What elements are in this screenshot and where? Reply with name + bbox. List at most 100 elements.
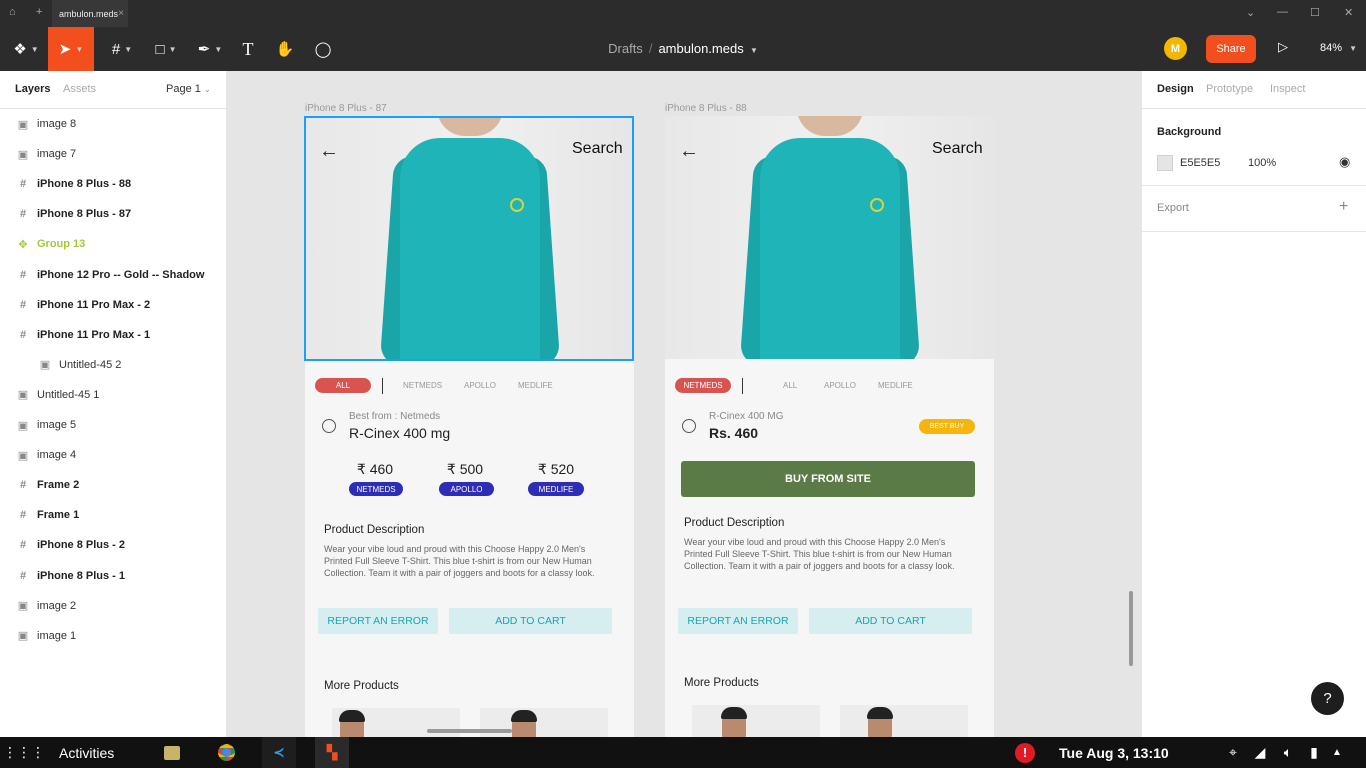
breadcrumb-separator: / <box>648 41 653 56</box>
product-thumbnail[interactable] <box>840 705 968 737</box>
activities-button[interactable]: Activities <box>59 737 114 768</box>
zoom-value: 84% <box>1320 42 1343 54</box>
file-name[interactable]: ambulon.meds <box>658 41 743 56</box>
minimize-icon[interactable]: — <box>1277 6 1288 18</box>
new-tab-icon[interactable]: + <box>36 6 42 18</box>
layer-item[interactable]: ▣ image 4 <box>0 440 226 470</box>
report-error-button[interactable]: REPORT AN ERROR <box>318 608 438 634</box>
tab-assets[interactable]: Assets <box>63 83 96 95</box>
files-app-icon[interactable] <box>163 737 181 768</box>
eye-icon[interactable]: ◉ <box>1339 154 1350 170</box>
breadcrumb-drafts[interactable]: Drafts <box>608 41 643 56</box>
layer-item[interactable]: # Frame 2 <box>0 470 226 500</box>
layer-item[interactable]: # iPhone 11 Pro Max - 1 <box>0 320 226 350</box>
chrome-app-icon[interactable] <box>216 737 236 768</box>
layer-item[interactable]: # iPhone 8 Plus - 1 <box>0 561 226 591</box>
price-netmeds: ₹ 460 <box>356 461 394 477</box>
filter-all-pill[interactable]: ALL <box>315 378 371 393</box>
layer-item[interactable]: ▣ image 8 <box>0 109 226 139</box>
layer-item[interactable]: # iPhone 8 Plus - 88 <box>0 169 226 199</box>
image-icon: ▣ <box>17 449 29 462</box>
layer-item[interactable]: ▣ Untitled-45 1 <box>0 380 226 410</box>
chevron-down-icon[interactable]: ▼ <box>748 46 758 55</box>
frame-icon: # <box>19 509 27 522</box>
frame-icon: # <box>19 569 27 582</box>
alert-icon[interactable]: ! <box>1014 737 1036 768</box>
filter-apollo[interactable]: APOLLO <box>824 381 856 390</box>
network-icon[interactable]: ⌖ <box>1224 737 1242 768</box>
layer-item[interactable]: ▣ image 1 <box>0 621 226 651</box>
layer-item-label: image 8 <box>37 118 77 130</box>
chevron-down-icon: ▼ <box>1349 44 1358 53</box>
page-selector[interactable]: Page 1 ⌄ <box>166 83 211 95</box>
filter-netmeds[interactable]: NETMEDS <box>403 381 442 390</box>
tab-prototype[interactable]: Prototype <box>1206 83 1253 95</box>
buy-from-site-button[interactable]: BUY FROM SITE <box>681 461 975 497</box>
layer-item[interactable]: # Frame 1 <box>0 500 226 530</box>
description-text: Wear your vibe loud and proud with this … <box>684 537 955 571</box>
layer-item[interactable]: ▣ Untitled-45 2 <box>0 350 226 380</box>
search-label[interactable]: Search <box>932 140 983 158</box>
canvas[interactable]: iPhone 8 Plus - 87 ← Search ALL NETMEDS … <box>227 71 1141 737</box>
horizontal-scrollbar[interactable] <box>427 729 512 733</box>
layer-item-label: Frame 2 <box>37 479 80 492</box>
report-error-button[interactable]: REPORT AN ERROR <box>678 608 798 634</box>
layer-item[interactable]: # iPhone 8 Plus - 2 <box>0 530 226 560</box>
filter-netmeds-pill[interactable]: NETMEDS <box>675 378 731 393</box>
close-window-icon[interactable]: ✕ <box>1344 6 1353 19</box>
layer-item[interactable]: # iPhone 11 Pro Max - 2 <box>0 290 226 320</box>
phone-frame-88[interactable]: ← Search NETMEDS ALL APOLLO MEDLIFE R-Ci… <box>665 116 994 737</box>
frame-icon: # <box>19 479 27 492</box>
vscode-app-icon[interactable]: ≺ <box>262 737 296 768</box>
layer-item[interactable]: # iPhone 12 Pro -- Gold -- Shadow <box>0 260 226 290</box>
background-hex-input[interactable]: E5E5E5 <box>1180 157 1220 169</box>
file-tab[interactable]: ambulon.meds × <box>52 0 128 27</box>
layer-item-label: iPhone 8 Plus - 88 <box>37 178 132 191</box>
wifi-icon[interactable]: ◢ <box>1251 737 1269 768</box>
color-swatch[interactable] <box>1157 155 1173 171</box>
tab-inspect[interactable]: Inspect <box>1270 83 1305 95</box>
filter-all[interactable]: ALL <box>783 381 797 390</box>
help-button[interactable]: ? <box>1311 682 1344 715</box>
export-section-title: Export <box>1157 202 1189 214</box>
system-menu-icon[interactable]: ▲ <box>1329 737 1345 768</box>
layer-item[interactable]: ▣ image 2 <box>0 591 226 621</box>
background-opacity-input[interactable]: 100% <box>1248 157 1276 169</box>
layer-item[interactable]: ▣ image 7 <box>0 139 226 169</box>
home-icon[interactable]: ⌂ <box>9 6 16 18</box>
frame-label[interactable]: iPhone 8 Plus - 88 <box>665 103 747 114</box>
product-thumbnail[interactable] <box>692 705 820 737</box>
layer-item[interactable]: # iPhone 8 Plus - 87 <box>0 199 226 229</box>
tab-design[interactable]: Design <box>1157 83 1194 95</box>
filter-apollo[interactable]: APOLLO <box>464 381 496 390</box>
close-tab-icon[interactable]: × <box>118 8 124 19</box>
layer-item[interactable]: ✥ Group 13 <box>0 229 226 259</box>
vertical-scrollbar[interactable] <box>1129 591 1133 666</box>
app-grid-icon[interactable]: ⋮⋮⋮ <box>3 737 45 768</box>
share-button[interactable]: Share <box>1206 35 1256 63</box>
zoom-level[interactable]: 84% ▼ <box>1320 42 1357 54</box>
model-hair-shape <box>721 707 747 719</box>
chevron-down-icon[interactable]: ⌄ <box>1246 6 1255 19</box>
tab-layers[interactable]: Layers <box>15 83 50 95</box>
product-image: ← Search <box>665 116 994 359</box>
add-to-cart-button[interactable]: ADD TO CART <box>449 608 612 634</box>
maximize-icon[interactable]: ☐ <box>1310 6 1320 19</box>
best-from-label: Best from : Netmeds <box>349 411 441 422</box>
layer-item[interactable]: ▣ image 5 <box>0 410 226 440</box>
figma-app-icon[interactable]: ▚ <box>315 737 349 768</box>
store-filters: NETMEDS ALL APOLLO MEDLIFE <box>675 378 985 394</box>
avatar[interactable]: M <box>1164 37 1187 60</box>
frame-label[interactable]: iPhone 8 Plus - 87 <box>305 103 387 114</box>
filter-medlife[interactable]: MEDLIFE <box>878 381 913 390</box>
present-play-icon[interactable]: ▷ <box>1278 39 1288 55</box>
layer-item-label: iPhone 8 Plus - 87 <box>37 208 132 221</box>
back-arrow-icon[interactable]: ← <box>679 140 699 163</box>
volume-icon[interactable]: 🔈︎ <box>1279 737 1297 768</box>
battery-icon[interactable]: ▮ <box>1306 737 1322 768</box>
add-export-icon[interactable]: + <box>1339 198 1348 216</box>
add-to-cart-button[interactable]: ADD TO CART <box>809 608 972 634</box>
clock[interactable]: Tue Aug 3, 13:10 <box>1059 737 1169 768</box>
filter-medlife[interactable]: MEDLIFE <box>518 381 553 390</box>
layer-item-label: image 4 <box>37 449 77 462</box>
